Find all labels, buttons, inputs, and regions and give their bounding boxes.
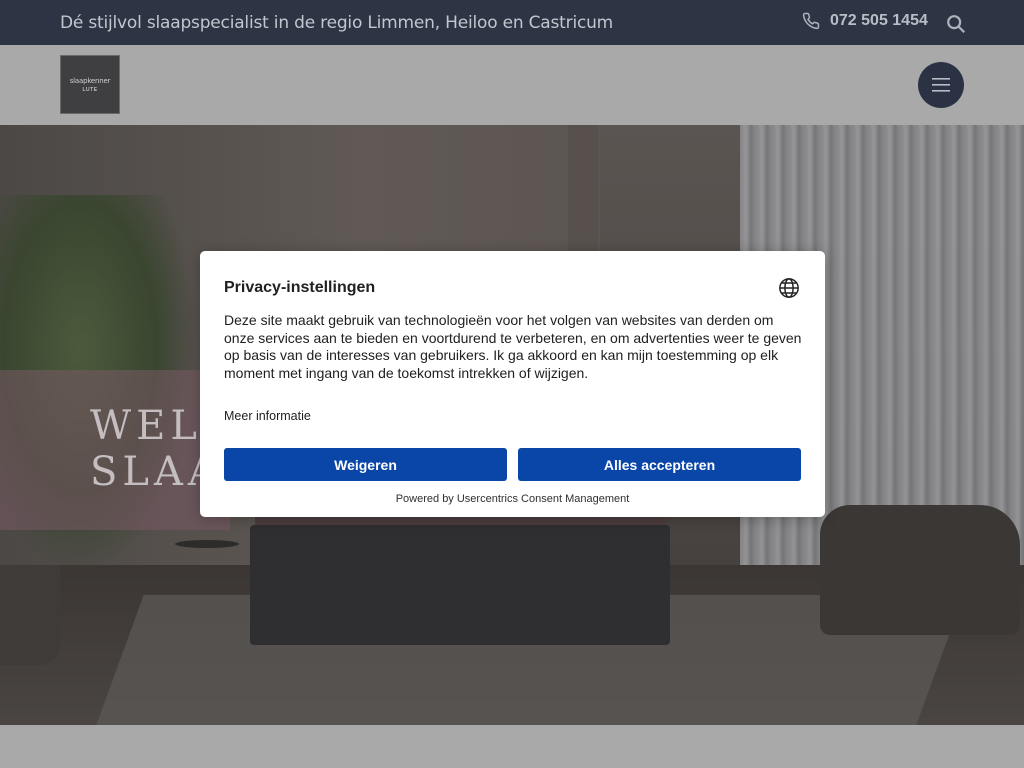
page-bottom-section: [0, 725, 1024, 768]
hero-side-table: [175, 540, 239, 548]
accept-all-button[interactable]: Alles accepteren: [518, 448, 801, 481]
logo-line-2: LUTE: [82, 86, 98, 93]
search-icon[interactable]: [945, 13, 967, 35]
hero-chair: [820, 505, 1020, 635]
globe-icon[interactable]: [778, 277, 800, 299]
phone-link[interactable]: 072 505 1454: [802, 12, 928, 30]
tagline: Dé stijlvol slaapspecialist in de regio …: [60, 13, 614, 33]
phone-number: 072 505 1454: [830, 12, 928, 29]
menu-button[interactable]: [918, 62, 964, 108]
consent-dialog: Privacy-instellingen Deze site maakt geb…: [200, 251, 825, 517]
consent-text: Deze site maakt gebruik van technologieë…: [224, 312, 802, 382]
site-logo[interactable]: slaapkenner LUTE: [60, 55, 120, 114]
phone-icon: [802, 12, 820, 30]
hamburger-menu-icon: [932, 78, 950, 92]
hero-plant-pot: [0, 565, 60, 665]
site-header: slaapkenner LUTE: [0, 45, 1024, 125]
top-bar: Dé stijlvol slaapspecialist in de regio …: [0, 0, 1024, 45]
logo-line-1: slaapkenner: [69, 76, 111, 85]
hero-bed: [250, 525, 670, 645]
powered-by-text: Powered by Usercentrics Consent Manageme…: [395, 493, 630, 505]
deny-button[interactable]: Weigeren: [224, 448, 507, 481]
more-info-link[interactable]: Meer informatie: [224, 409, 311, 423]
consent-title: Privacy-instellingen: [224, 279, 376, 296]
